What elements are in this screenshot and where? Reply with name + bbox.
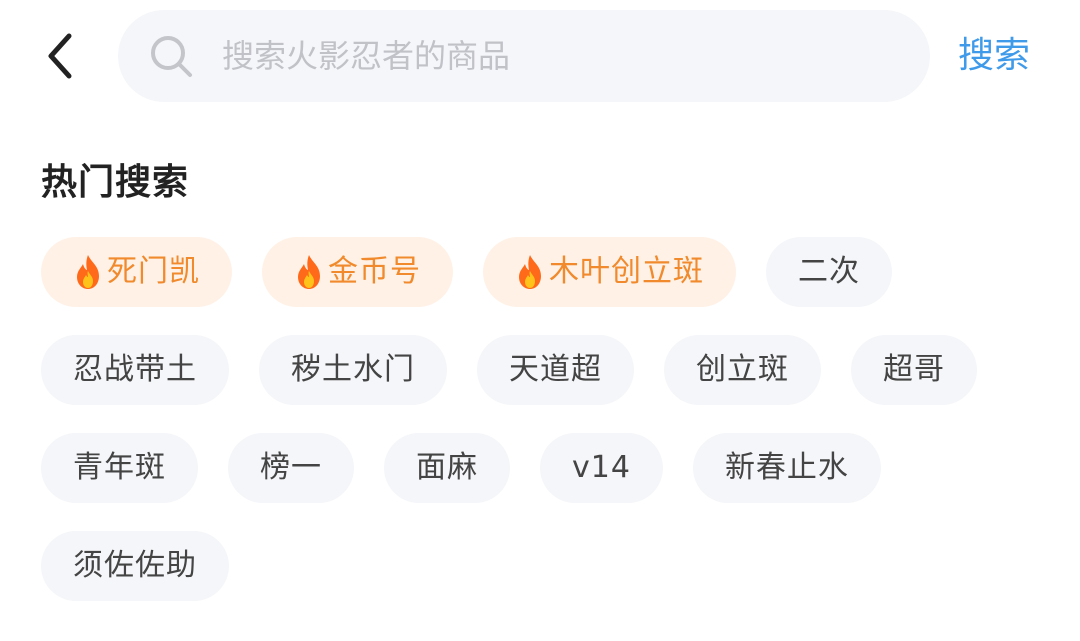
hot-search-tag-label: 创立斑: [696, 352, 789, 387]
search-input[interactable]: [222, 26, 902, 86]
hot-search-tags: 死门凯 金币号 木叶创立斑 二次忍战带土 秽土水门 天道超 创立斑 超哥青年斑 榜一 面麻 v14 新…: [41, 237, 1041, 629]
hot-search-tag[interactable]: 金币号: [262, 237, 453, 307]
hot-search-tag-label: 金币号: [328, 254, 421, 289]
hot-search-tag[interactable]: 死门凯: [41, 237, 232, 307]
hot-search-tag-label: 木叶创立斑: [549, 254, 704, 289]
hot-search-tag-label: 面麻: [416, 450, 478, 485]
hot-search-tag-label: 死门凯: [107, 254, 200, 289]
hot-search-tag-label: 二次: [798, 254, 860, 289]
search-box[interactable]: [118, 10, 930, 102]
search-button[interactable]: 搜索: [958, 30, 1030, 82]
hot-search-tag-label: 须佐佐助: [73, 548, 197, 583]
hot-search-tag[interactable]: 青年斑: [41, 433, 198, 503]
hot-search-tag-label: 青年斑: [73, 450, 166, 485]
hot-search-tag[interactable]: 二次: [766, 237, 892, 307]
hot-search-tag[interactable]: 木叶创立斑: [483, 237, 736, 307]
tag-row: 须佐佐助: [41, 531, 1041, 601]
tag-row: 青年斑 榜一 面麻 v14 新春止水: [41, 433, 1041, 503]
hot-search-tag[interactable]: v14: [540, 433, 663, 503]
hot-search-tag-label: 新春止水: [724, 450, 849, 485]
hot-search-tag-label: 忍战带土: [73, 352, 197, 387]
hot-search-tag[interactable]: 须佐佐助: [41, 531, 229, 601]
fire-icon: [73, 253, 103, 291]
tag-row: 忍战带土 秽土水门 天道超 创立斑 超哥: [41, 335, 1041, 405]
search-header: 搜索: [0, 0, 1080, 115]
tag-row: 死门凯 金币号 木叶创立斑 二次: [41, 237, 1041, 307]
hot-search-tag[interactable]: 榜一: [228, 433, 354, 503]
hot-search-tag[interactable]: 面麻: [384, 433, 510, 503]
hot-search-title: 热门搜索: [41, 162, 190, 203]
hot-search-tag-label: 秽土水门: [291, 352, 415, 387]
search-icon: [148, 33, 194, 79]
hot-search-tag[interactable]: 天道超: [477, 335, 634, 405]
back-button[interactable]: [30, 28, 90, 88]
hot-search-tag-label: 榜一: [260, 450, 322, 485]
fire-icon: [515, 253, 545, 291]
hot-search-tag[interactable]: 创立斑: [664, 335, 821, 405]
hot-search-tag-label: v14: [572, 450, 631, 485]
fire-icon: [294, 253, 324, 291]
hot-search-tag[interactable]: 秽土水门: [259, 335, 447, 405]
hot-search-tag-label: 天道超: [509, 352, 602, 387]
hot-search-tag-label: 超哥: [883, 352, 945, 387]
hot-search-tag[interactable]: 超哥: [851, 335, 977, 405]
chevron-left-icon: [45, 32, 75, 84]
hot-search-tag[interactable]: 忍战带土: [41, 335, 229, 405]
hot-search-tag[interactable]: 新春止水: [692, 433, 881, 503]
